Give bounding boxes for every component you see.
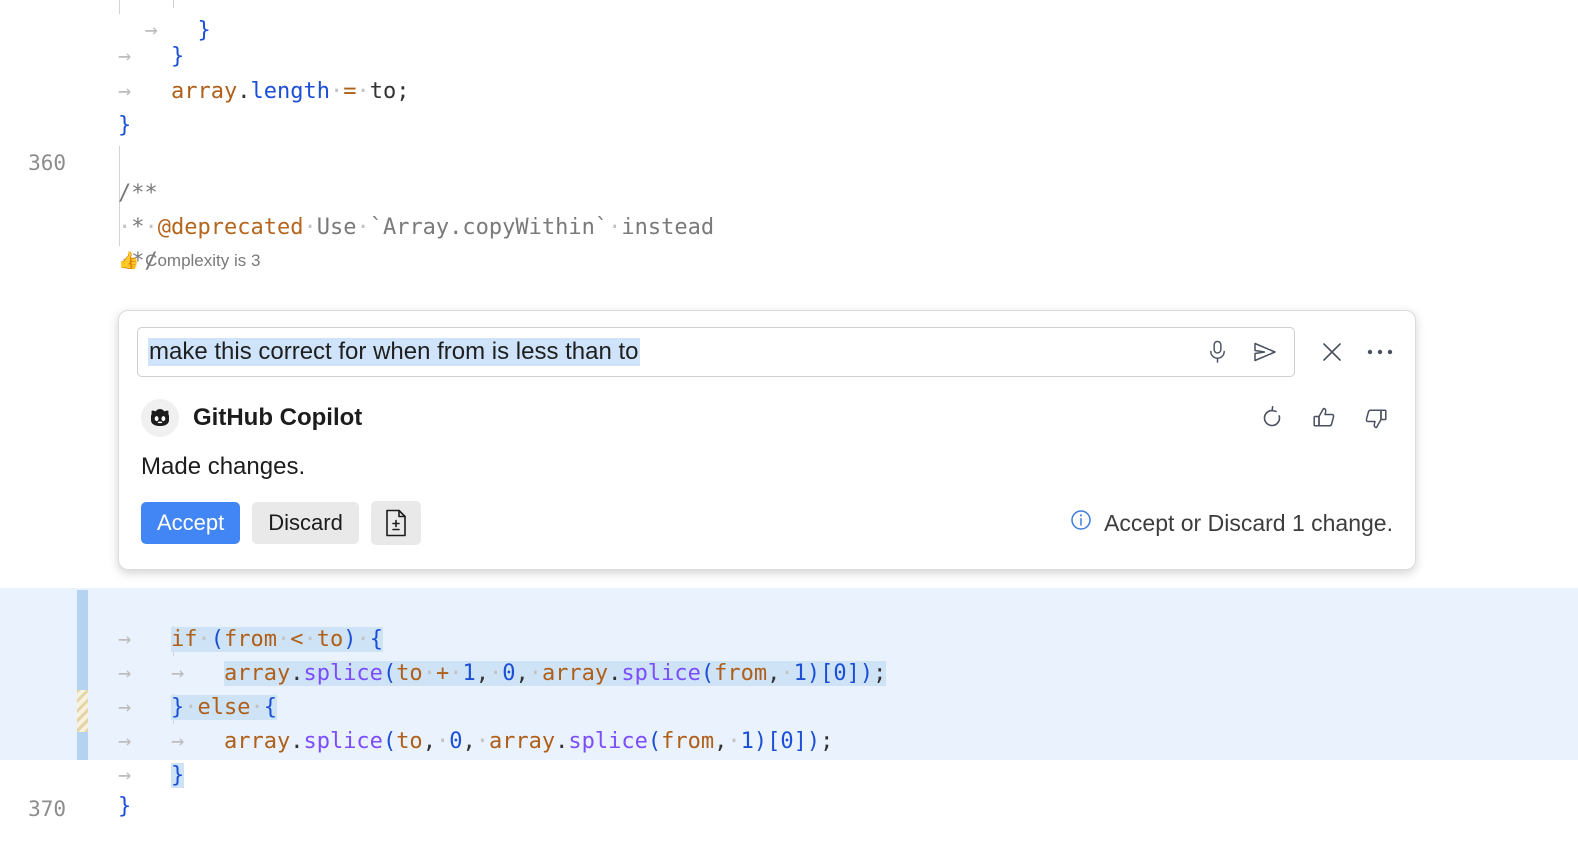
copilot-input-value: make this correct for when from is less … (148, 338, 640, 366)
microphone-icon[interactable] (1200, 335, 1234, 369)
thumbs-up-emoji-icon: 👍 (118, 250, 139, 272)
copilot-response-actions (1255, 401, 1393, 435)
code-line-inserted[interactable]: → }·else·{ (0, 657, 1578, 691)
copilot-response-message: Made changes. (119, 437, 1415, 481)
codelens-complexity[interactable]: 👍 Complexity is 3 (118, 250, 260, 272)
code-line[interactable]: → array.length·=·to; (0, 41, 1578, 75)
code-line[interactable]: export·function·move(array:·any[],·from:… (0, 272, 1578, 306)
code-line[interactable]: ·*·@deprecated·Use·`Array.copyWithin`·in… (0, 177, 1578, 211)
copilot-input-row: make this correct for when from is less … (119, 311, 1415, 377)
code-line[interactable]: } (0, 75, 1578, 109)
accept-button[interactable]: Accept (141, 502, 240, 544)
copilot-response-author: GitHub Copilot (193, 404, 362, 432)
copilot-inline-chat-widget[interactable]: make this correct for when from is less … (118, 310, 1416, 570)
send-icon[interactable] (1248, 335, 1282, 369)
codelens-label: Complexity is 3 (145, 250, 260, 272)
copilot-status-text: Accept or Discard 1 change. (1104, 510, 1393, 537)
copilot-input-icons (1200, 335, 1286, 369)
more-actions-icon[interactable] (1363, 335, 1397, 369)
code-line-text: } (118, 790, 1578, 824)
copilot-widget-controls (1315, 335, 1397, 369)
code-line[interactable]: /** (0, 143, 1578, 177)
thumbs-up-icon[interactable] (1307, 401, 1341, 435)
rerun-request-icon[interactable] (1255, 401, 1289, 435)
copilot-input-value-wrapper: make this correct for when from is less … (148, 338, 1200, 366)
code-line-inserted[interactable]: → } (0, 725, 1578, 759)
copilot-action-row: Accept Discard (119, 481, 1415, 569)
code-line-inserted[interactable]: → if·(from·<·to)·{ (0, 589, 1578, 623)
info-icon (1069, 508, 1093, 538)
thumbs-down-icon[interactable] (1359, 401, 1393, 435)
code-line-blank[interactable] (0, 109, 1578, 143)
code-line[interactable]: → } (0, 6, 1578, 40)
discard-button[interactable]: Discard (252, 502, 359, 544)
toggle-diff-icon[interactable] (371, 501, 421, 545)
code-line-inserted[interactable]: → → array.splice(to,·0,·array.splice(fro… (0, 691, 1578, 725)
code-line-inserted[interactable]: → → array.splice(to·+·1,·0,·array.splice… (0, 623, 1578, 657)
copilot-status: Accept or Discard 1 change. (1069, 508, 1393, 538)
copilot-response-header: GitHub Copilot (119, 377, 1415, 437)
copilot-prompt-input[interactable]: make this correct for when from is less … (137, 327, 1295, 377)
close-icon[interactable] (1315, 335, 1349, 369)
code-line[interactable]: ·*/ (0, 211, 1578, 245)
copilot-avatar-icon (141, 399, 179, 437)
code-line[interactable]: } (0, 756, 1578, 790)
code-editor[interactable]: 360 370 → } → } → array.length·=·to; } /… (0, 0, 1578, 822)
